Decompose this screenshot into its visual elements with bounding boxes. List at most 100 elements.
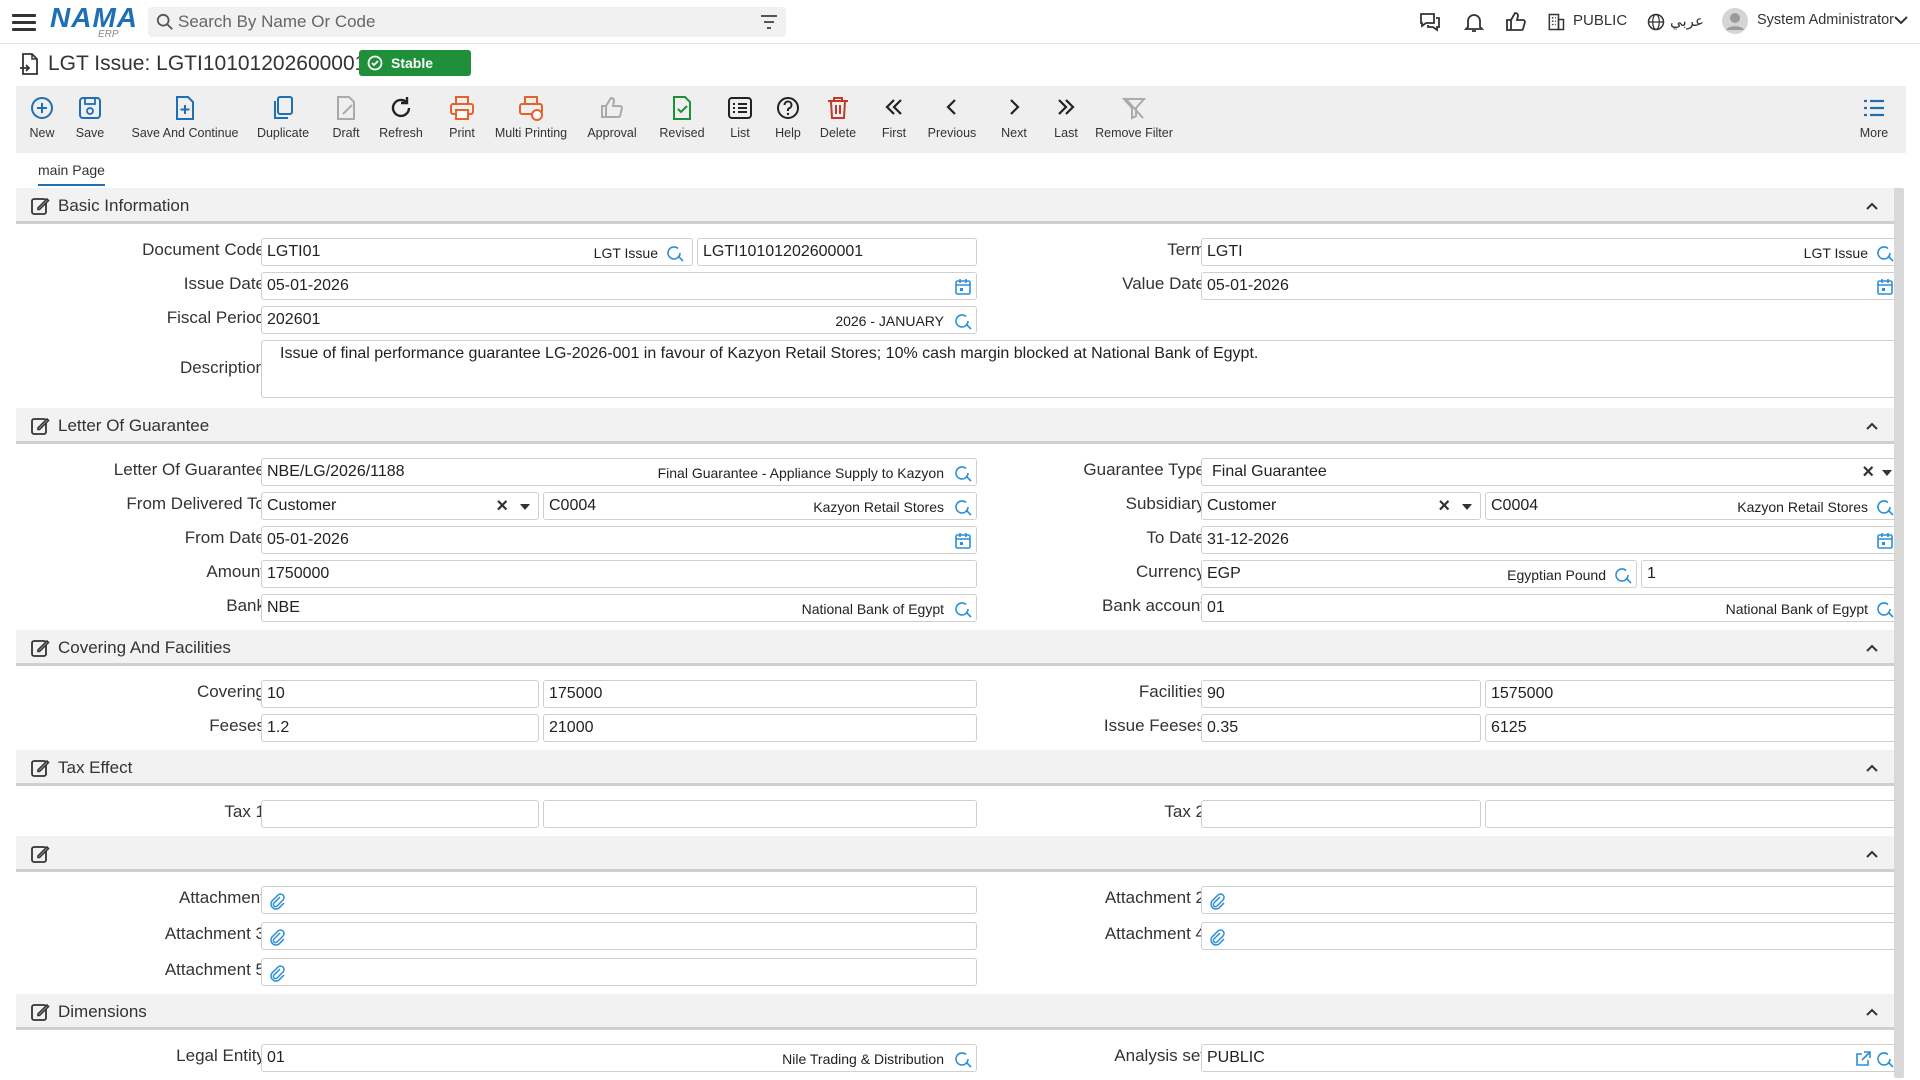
branch-selector[interactable]: PUBLIC — [1573, 12, 1627, 29]
section-basic-information[interactable]: Basic Information — [16, 188, 1900, 224]
save-and-continue-button[interactable]: Save And Continue — [130, 94, 240, 148]
help-button[interactable]: Help — [772, 94, 804, 148]
section-letter-of-guarantee[interactable]: Letter Of Guarantee — [16, 408, 1900, 444]
term-field[interactable]: LGTI LGT Issue — [1201, 238, 1899, 266]
attachment-2-field[interactable] — [1201, 886, 1899, 914]
duplicate-button[interactable]: Duplicate — [256, 94, 310, 148]
multi-printing-button[interactable]: Multi Printing — [494, 94, 568, 148]
guarantee-type-select[interactable]: Final Guarantee × — [1201, 458, 1899, 486]
section-dimensions[interactable]: Dimensions — [16, 994, 1900, 1030]
attachment-4-field[interactable] — [1201, 922, 1899, 950]
covering-percent-field[interactable]: 10 — [261, 680, 539, 708]
legal-entity-field[interactable]: 01 Nile Trading & Distribution — [261, 1044, 977, 1072]
chevron-up-icon[interactable] — [1864, 198, 1880, 214]
lookup-icon[interactable] — [1876, 600, 1894, 618]
lookup-icon[interactable] — [1876, 498, 1894, 516]
dropdown-arrow-icon[interactable] — [520, 504, 530, 510]
from-delivered-code-field[interactable]: C0004 Kazyon Retail Stores — [543, 492, 977, 520]
lookup-icon[interactable] — [954, 312, 972, 330]
next-button[interactable]: Next — [998, 94, 1030, 148]
issue-feeses-value-field[interactable]: 6125 — [1485, 714, 1899, 742]
facilities-percent-field[interactable]: 90 — [1201, 680, 1481, 708]
subsidiary-type-select[interactable]: Customer × — [1201, 492, 1481, 520]
more-button[interactable]: More — [1856, 94, 1892, 148]
dropdown-arrow-icon[interactable] — [1462, 504, 1472, 510]
print-button[interactable]: Print — [444, 94, 480, 148]
from-delivered-type-select[interactable]: Customer × — [261, 492, 539, 520]
new-button[interactable]: New — [24, 94, 60, 148]
tax-2-code-field[interactable] — [1201, 800, 1481, 828]
user-name[interactable]: System Administrator — [1757, 12, 1894, 28]
paperclip-icon[interactable] — [268, 964, 286, 982]
calendar-icon[interactable] — [1876, 278, 1894, 296]
chevron-down-icon[interactable] — [1894, 15, 1908, 25]
clear-icon[interactable]: × — [1438, 496, 1450, 516]
thumbs-up-icon[interactable] — [1504, 10, 1528, 34]
value-date-field[interactable]: 05-01-2026 — [1201, 272, 1899, 300]
menu-icon[interactable] — [12, 11, 36, 33]
chat-icon[interactable] — [1418, 10, 1442, 34]
covering-value-field[interactable]: 175000 — [543, 680, 977, 708]
lookup-icon[interactable] — [954, 1050, 972, 1068]
facilities-value-field[interactable]: 1575000 — [1485, 680, 1899, 708]
first-button[interactable]: First — [878, 94, 910, 148]
chevron-up-icon[interactable] — [1864, 418, 1880, 434]
exchange-rate-field[interactable]: 1 — [1641, 560, 1899, 588]
feeses-percent-field[interactable]: 1.2 — [261, 714, 539, 742]
attachment-3-field[interactable] — [261, 922, 977, 950]
chevron-up-icon[interactable] — [1864, 640, 1880, 656]
paperclip-icon[interactable] — [268, 892, 286, 910]
previous-button[interactable]: Previous — [926, 94, 978, 148]
attachment-5-field[interactable] — [261, 958, 977, 986]
section-covering-and-facilities[interactable]: Covering And Facilities — [16, 630, 1900, 666]
subsidiary-code-field[interactable]: C0004 Kazyon Retail Stores — [1485, 492, 1899, 520]
external-link-icon[interactable] — [1854, 1050, 1872, 1068]
bank-field[interactable]: NBE National Bank of Egypt — [261, 594, 977, 622]
description-field[interactable]: Issue of final performance guarantee LG-… — [261, 340, 1899, 398]
last-button[interactable]: Last — [1050, 94, 1082, 148]
filter-icon[interactable] — [760, 14, 778, 30]
avatar[interactable] — [1722, 8, 1748, 34]
calendar-icon[interactable] — [954, 532, 972, 550]
tax-1-value-field[interactable] — [543, 800, 977, 828]
language-switch[interactable]: عربي — [1670, 12, 1704, 30]
refresh-button[interactable]: Refresh — [378, 94, 424, 148]
calendar-icon[interactable] — [954, 278, 972, 296]
chevron-up-icon[interactable] — [1864, 760, 1880, 776]
calendar-icon[interactable] — [1876, 532, 1894, 550]
list-button[interactable]: List — [724, 94, 756, 148]
vertical-scrollbar[interactable] — [1894, 188, 1904, 1078]
feeses-value-field[interactable]: 21000 — [543, 714, 977, 742]
tab-main-page[interactable]: main Page — [38, 162, 105, 186]
save-button[interactable]: Save — [72, 94, 108, 148]
bank-account-field[interactable]: 01 National Bank of Egypt — [1201, 594, 1899, 622]
amount-field[interactable]: 1750000 — [261, 560, 977, 588]
lookup-icon[interactable] — [954, 600, 972, 618]
dropdown-arrow-icon[interactable] — [1882, 470, 1892, 476]
draft-button[interactable]: Draft — [328, 94, 364, 148]
letter-of-guarantee-field[interactable]: NBE/LG/2026/1188 Final Guarantee - Appli… — [261, 458, 977, 486]
lookup-icon[interactable] — [1876, 1050, 1894, 1068]
clear-icon[interactable]: × — [1862, 462, 1874, 482]
issue-feeses-percent-field[interactable]: 0.35 — [1201, 714, 1481, 742]
issue-date-field[interactable]: 05-01-2026 — [261, 272, 977, 300]
remove-filter-button[interactable]: Remove Filter — [1094, 94, 1174, 148]
lookup-icon[interactable] — [954, 498, 972, 516]
document-code-field[interactable]: LGTI01 LGT Issue — [261, 238, 693, 266]
document-number-field[interactable]: LGTI10101202600001 — [697, 238, 977, 266]
paperclip-icon[interactable] — [268, 928, 286, 946]
lookup-icon[interactable] — [954, 464, 972, 482]
attachment-1-field[interactable] — [261, 886, 977, 914]
tax-1-code-field[interactable] — [261, 800, 539, 828]
section-tax-effect[interactable]: Tax Effect — [16, 750, 1900, 786]
to-date-field[interactable]: 31-12-2026 — [1201, 526, 1899, 554]
chevron-up-icon[interactable] — [1864, 1004, 1880, 1020]
from-date-field[interactable]: 05-01-2026 — [261, 526, 977, 554]
revised-button[interactable]: Revised — [658, 94, 706, 148]
section-attachments[interactable] — [16, 836, 1900, 872]
app-logo[interactable]: NAMA ERP — [50, 4, 137, 41]
paperclip-icon[interactable] — [1208, 892, 1226, 910]
approval-button[interactable]: Approval — [586, 94, 638, 148]
paperclip-icon[interactable] — [1208, 928, 1226, 946]
clear-icon[interactable]: × — [496, 496, 508, 516]
